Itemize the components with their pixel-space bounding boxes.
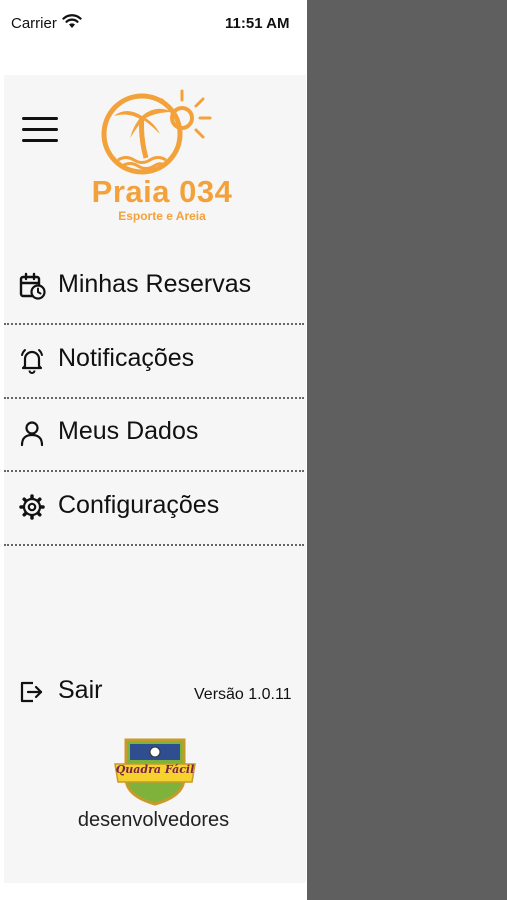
gear-icon (19, 494, 45, 520)
logout-icon (20, 681, 43, 703)
wifi-icon (62, 14, 82, 28)
palm-sun-icon (101, 89, 212, 175)
user-icon (20, 421, 44, 447)
hamburger-menu-button[interactable] (22, 116, 58, 144)
menu-label: Configurações (58, 491, 220, 519)
logout-button[interactable]: Sair (4, 666, 144, 716)
drawer-backdrop[interactable] (307, 0, 507, 900)
menu-item-minhas-reservas[interactable]: Minhas Reservas (4, 250, 304, 322)
menu-label: Notificações (58, 344, 195, 372)
carrier-label: Carrier (11, 15, 57, 32)
brand-name: Praia 034 (91, 174, 233, 209)
menu-item-meus-dados[interactable]: Meus Dados (4, 397, 304, 469)
brand-logo: Praia 034 Esporte e Areia (82, 86, 242, 230)
clock: 11:51 AM (225, 15, 290, 32)
quadra-facil-logo[interactable]: Quadra Fácil (112, 734, 198, 806)
divider (4, 544, 304, 546)
logout-label: Sair (58, 676, 103, 704)
menu-item-configuracoes[interactable]: Configurações (4, 471, 304, 543)
menu-label: Minhas Reservas (58, 270, 252, 298)
menu-label: Meus Dados (58, 417, 199, 445)
partner-logo-text: Quadra Fácil (115, 763, 195, 776)
app-version: Versão 1.0.11 (194, 686, 292, 703)
bell-icon (21, 349, 43, 374)
brand-tagline: Esporte e Areia (118, 209, 206, 223)
calendar-clock-icon (19, 272, 46, 300)
developers-label: desenvolvedores (77, 809, 230, 831)
menu-item-notificacoes[interactable]: Notificações (4, 324, 304, 396)
status-bar: Carrier 11:51 AM (0, 0, 307, 44)
